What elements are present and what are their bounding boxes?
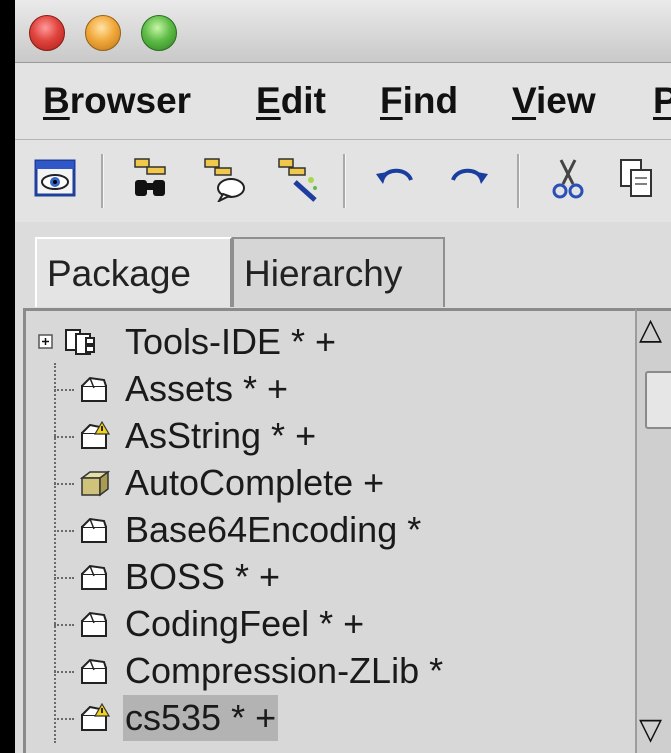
- component-package-icon: [65, 329, 95, 355]
- tree-item-cs535[interactable]: cs535 * +: [26, 695, 626, 741]
- expand-icon[interactable]: [38, 334, 54, 350]
- open-package-icon: [81, 658, 107, 684]
- tree-connector: [54, 483, 74, 485]
- browser-window: Browser Edit Find View P Package Hierarc…: [15, 0, 671, 753]
- package-warning-icon: [81, 703, 110, 731]
- tree-item-tools-ide[interactable]: Tools-IDE * +: [26, 319, 626, 365]
- tree-item-label: AsString * +: [125, 415, 317, 456]
- open-package-icon: [81, 376, 107, 402]
- tree-connector: [54, 577, 74, 579]
- menu-find[interactable]: Find: [380, 81, 458, 121]
- package-tree[interactable]: Tools-IDE * + Assets * + AsString * + Au…: [23, 308, 635, 753]
- tree-item-base64encoding[interactable]: Base64Encoding *: [26, 507, 626, 553]
- tree-item-label: Tools-IDE * +: [125, 321, 337, 362]
- zoom-window-button[interactable]: [141, 15, 177, 51]
- copy-icon[interactable]: [615, 156, 661, 202]
- find-comment-icon[interactable]: [201, 156, 247, 202]
- menu-browser[interactable]: Browser: [43, 81, 191, 121]
- undo-icon[interactable]: [373, 156, 419, 202]
- toolbar-separator: [517, 154, 520, 208]
- tree-item-label: cs535 * +: [123, 695, 279, 741]
- menu-browser-mnemonic: B: [43, 80, 70, 121]
- scroll-down-arrow-icon[interactable]: ▽: [639, 715, 662, 745]
- tree-item-codingfeel[interactable]: CodingFeel * +: [26, 601, 626, 647]
- tree-item-label: CodingFeel * +: [125, 603, 365, 644]
- menu-edit-label: dit: [280, 80, 326, 121]
- redo-icon[interactable]: [445, 156, 491, 202]
- tree-item-label: Compression-ZLib *: [125, 650, 444, 691]
- menu-view-label: iew: [536, 80, 596, 121]
- open-package-icon: [81, 517, 107, 543]
- open-package-icon: [81, 611, 107, 637]
- tree-item-label: BOSS * +: [125, 556, 281, 597]
- tab-hierarchy[interactable]: Hierarchy: [232, 237, 445, 307]
- tree-item-boss[interactable]: BOSS * +: [26, 554, 626, 600]
- open-package-icon: [81, 564, 107, 590]
- toolbar-separator: [343, 154, 346, 208]
- menu-bar: Browser Edit Find View P: [15, 63, 671, 140]
- tree-connector: [54, 530, 74, 532]
- tree-item-autocomplete[interactable]: AutoComplete +: [26, 460, 626, 506]
- tree-item-assets[interactable]: Assets * +: [26, 366, 626, 412]
- toolbar: [15, 140, 671, 223]
- menu-find-mnemonic: F: [380, 80, 403, 121]
- minimize-window-button[interactable]: [85, 15, 121, 51]
- tab-bar: Package Hierarchy: [15, 222, 671, 308]
- vertical-scrollbar[interactable]: △ ▽: [635, 308, 671, 753]
- menu-find-label: ind: [402, 80, 459, 121]
- menu-view[interactable]: View: [512, 81, 596, 121]
- menu-browser-label: rowser: [69, 80, 192, 121]
- title-bar[interactable]: [15, 0, 671, 63]
- menu-view-mnemonic: V: [512, 80, 537, 121]
- tab-package[interactable]: Package: [35, 237, 232, 307]
- tree-connector: [54, 624, 74, 626]
- menu-p-mnemonic: P: [653, 80, 671, 121]
- menu-p[interactable]: P: [653, 81, 671, 121]
- tree-item-compression-zlib[interactable]: Compression-ZLib *: [26, 648, 626, 694]
- tree-item-label: Assets * +: [125, 368, 289, 409]
- scroll-up-arrow-icon[interactable]: △: [639, 315, 662, 345]
- menu-edit-mnemonic: E: [256, 80, 281, 121]
- cut-icon[interactable]: [545, 156, 591, 202]
- toolbar-separator: [101, 154, 104, 208]
- scroll-thumb[interactable]: [645, 371, 671, 429]
- tree-item-label: Base64Encoding *: [125, 509, 422, 550]
- browse-eye-icon[interactable]: [33, 156, 79, 202]
- tree-item-asstring[interactable]: AsString * +: [26, 413, 626, 459]
- magic-wand-icon[interactable]: [275, 156, 321, 202]
- closed-package-icon: [79, 470, 110, 497]
- tree-item-label: AutoComplete +: [125, 462, 385, 503]
- tree-connector: [54, 436, 74, 438]
- tree-connector: [54, 671, 74, 673]
- menu-edit[interactable]: Edit: [256, 81, 326, 121]
- find-binoculars-icon[interactable]: [129, 156, 175, 202]
- tree-connector: [54, 718, 74, 720]
- tree-connector: [54, 389, 74, 391]
- package-warning-icon: [81, 421, 110, 449]
- close-window-button[interactable]: [29, 15, 65, 51]
